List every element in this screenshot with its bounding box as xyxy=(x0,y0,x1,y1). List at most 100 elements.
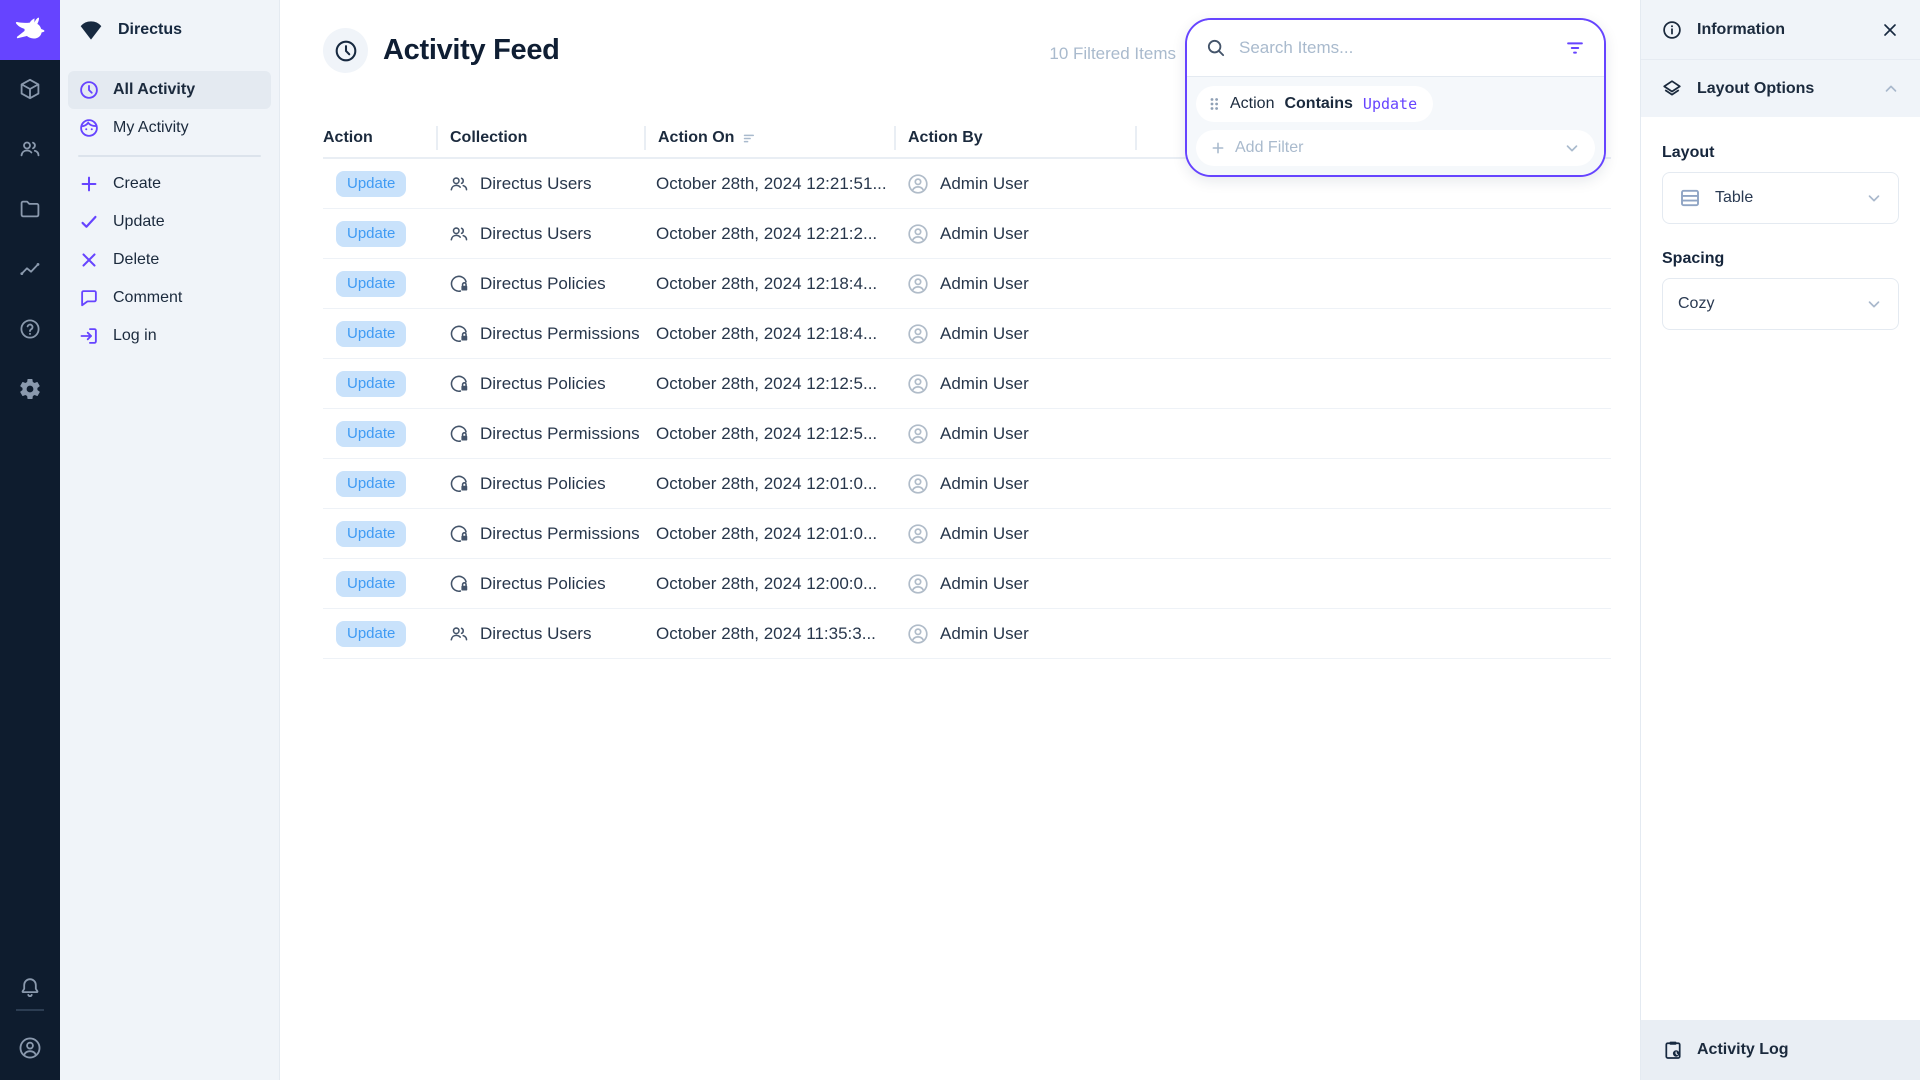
action-badge: Update xyxy=(336,621,406,647)
project-logo-icon xyxy=(77,16,105,44)
table-row[interactable]: Update Directus Permissions October 28th… xyxy=(323,509,1611,559)
module-bar-divider xyxy=(16,1009,44,1011)
right-sidebar: Information Layout Options Layout Table … xyxy=(1640,0,1920,1080)
rabbit-logo-icon xyxy=(13,13,47,47)
activity-log-icon xyxy=(1662,1039,1684,1061)
add-filter-label: Add Filter xyxy=(1235,139,1303,157)
action-by-label: Admin User xyxy=(940,174,1029,194)
sidebar-item-all-activity[interactable]: All Activity xyxy=(68,71,271,109)
project-sidebar: Directus All Activity My Activity Create xyxy=(60,0,280,1080)
layout-select[interactable]: Table xyxy=(1662,172,1899,224)
collection-label: Directus Users xyxy=(480,224,591,244)
user-avatar-icon xyxy=(906,472,930,496)
close-icon[interactable] xyxy=(1880,20,1900,40)
search-box: Action Contains Update Add Filter xyxy=(1185,18,1606,177)
table-row[interactable]: Update Directus Policies October 28th, 2… xyxy=(323,559,1611,609)
user-avatar-icon xyxy=(906,272,930,296)
info-icon xyxy=(1661,19,1683,41)
collection-label: Directus Permissions xyxy=(480,524,640,544)
table-row[interactable]: Update Directus Policies October 28th, 2… xyxy=(323,259,1611,309)
policy-icon xyxy=(448,323,470,345)
action-on-cell: October 28th, 2024 11:35:3... xyxy=(644,624,894,644)
collection-label: Directus Permissions xyxy=(480,324,640,344)
notifications-bell-icon[interactable] xyxy=(18,976,42,1000)
users-icon xyxy=(448,223,470,245)
table-row[interactable]: Update Directus Permissions October 28th… xyxy=(323,309,1611,359)
action-on-cell: October 28th, 2024 12:12:5... xyxy=(644,374,894,394)
comment-icon xyxy=(78,287,100,309)
sidebar-item-comment[interactable]: Comment xyxy=(68,279,271,317)
filter-value[interactable]: Update xyxy=(1363,95,1417,113)
spacing-select[interactable]: Cozy xyxy=(1662,278,1899,330)
layout-options-section[interactable]: Layout Options xyxy=(1641,59,1920,117)
login-icon xyxy=(78,325,100,347)
help-module-icon[interactable] xyxy=(18,317,42,341)
project-name: Directus xyxy=(118,21,182,39)
user-avatar-icon[interactable] xyxy=(17,1035,43,1061)
layout-label: Layout xyxy=(1662,144,1899,162)
activity-log-label: Activity Log xyxy=(1697,1041,1789,1059)
filter-icon[interactable] xyxy=(1564,37,1586,59)
action-badge: Update xyxy=(336,221,406,247)
policy-icon xyxy=(448,523,470,545)
sidebar-item-label: Comment xyxy=(113,289,182,307)
table-row[interactable]: Update Directus Users October 28th, 2024… xyxy=(323,609,1611,659)
table-row[interactable]: Update Directus Permissions October 28th… xyxy=(323,409,1611,459)
sidebar-item-create[interactable]: Create xyxy=(68,165,271,203)
spacing-value: Cozy xyxy=(1678,295,1714,313)
chevron-down-icon[interactable] xyxy=(1563,139,1581,157)
info-header: Information xyxy=(1641,0,1920,59)
drag-handle-icon[interactable] xyxy=(1208,96,1220,112)
policy-icon xyxy=(448,573,470,595)
sidebar-item-my-activity[interactable]: My Activity xyxy=(68,109,271,147)
action-badge: Update xyxy=(336,271,406,297)
directus-logo[interactable] xyxy=(0,0,60,60)
users-icon xyxy=(448,173,470,195)
plus-icon xyxy=(1210,140,1226,156)
action-by-label: Admin User xyxy=(940,224,1029,244)
filter-operator[interactable]: Contains xyxy=(1284,95,1352,113)
policy-icon xyxy=(448,423,470,445)
column-header-collection[interactable]: Collection xyxy=(436,126,644,150)
sidebar-item-label: Log in xyxy=(113,327,157,345)
add-filter-button[interactable]: Add Filter xyxy=(1196,130,1595,166)
collection-label: Directus Policies xyxy=(480,474,606,494)
action-by-label: Admin User xyxy=(940,274,1029,294)
settings-module-icon[interactable] xyxy=(18,377,42,401)
sidebar-item-login[interactable]: Log in xyxy=(68,317,271,355)
action-badge: Update xyxy=(336,571,406,597)
column-header-action-by[interactable]: Action By xyxy=(894,126,1135,150)
close-icon xyxy=(78,249,100,271)
files-module-icon[interactable] xyxy=(18,197,42,221)
sidebar-item-label: All Activity xyxy=(113,81,195,99)
policy-icon xyxy=(448,473,470,495)
action-by-label: Admin User xyxy=(940,574,1029,594)
content-module-icon[interactable] xyxy=(18,77,42,101)
action-badge: Update xyxy=(336,371,406,397)
clock-icon xyxy=(333,38,359,64)
users-module-icon[interactable] xyxy=(18,137,42,161)
column-header-action-on[interactable]: Action On xyxy=(644,126,894,150)
table-row[interactable]: Update Directus Policies October 28th, 2… xyxy=(323,359,1611,409)
project-header[interactable]: Directus xyxy=(60,0,279,60)
column-header-action[interactable]: Action xyxy=(323,126,436,150)
sort-descending-icon[interactable] xyxy=(742,131,757,146)
sidebar-item-update[interactable]: Update xyxy=(68,203,271,241)
page-icon-button[interactable] xyxy=(323,28,368,73)
filter-chip[interactable]: Action Contains Update xyxy=(1196,86,1433,122)
chevron-up-icon[interactable] xyxy=(1882,80,1900,98)
insights-module-icon[interactable] xyxy=(18,257,42,281)
action-on-cell: October 28th, 2024 12:12:5... xyxy=(644,424,894,444)
sidebar-item-delete[interactable]: Delete xyxy=(68,241,271,279)
activity-log-button[interactable]: Activity Log xyxy=(1641,1020,1920,1080)
search-input[interactable] xyxy=(1239,38,1552,58)
user-avatar-icon xyxy=(906,622,930,646)
check-icon xyxy=(78,211,100,233)
layout-options-title: Layout Options xyxy=(1697,80,1814,98)
sidebar-item-label: My Activity xyxy=(113,119,189,137)
sidebar-item-label: Delete xyxy=(113,251,159,269)
table-row[interactable]: Update Directus Policies October 28th, 2… xyxy=(323,459,1611,509)
action-by-label: Admin User xyxy=(940,324,1029,344)
table-row[interactable]: Update Directus Users October 28th, 2024… xyxy=(323,209,1611,259)
table-layout-icon xyxy=(1678,186,1702,210)
